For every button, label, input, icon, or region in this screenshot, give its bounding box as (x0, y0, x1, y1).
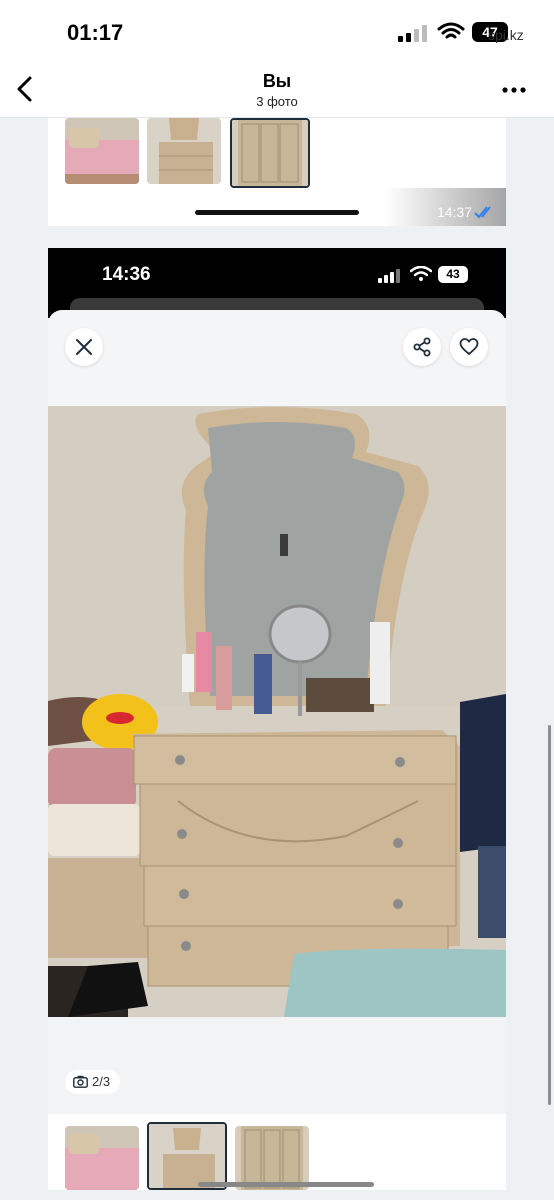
listing-photo[interactable] (48, 406, 506, 1017)
heart-icon (459, 338, 479, 355)
site-label: spi.kz (488, 27, 524, 43)
thumbnail-wardrobe[interactable] (230, 118, 310, 188)
thumbnail-dresser[interactable] (147, 1122, 227, 1190)
status-bar: 01:17 47 spi.kz (0, 0, 554, 62)
page-subtitle: 3 фото (256, 94, 298, 109)
battery-indicator: 43 (438, 266, 468, 283)
signal-icon (398, 24, 428, 42)
photo-message[interactable]: 14:37 (48, 118, 506, 226)
screenshot-time: 14:36 (102, 264, 151, 285)
camera-icon (73, 1075, 88, 1088)
thumbnail-strip (48, 1114, 506, 1190)
photo-counter-text: 2/3 (92, 1074, 111, 1089)
favorite-button[interactable] (450, 328, 488, 366)
thumbnail-dresser[interactable] (147, 118, 221, 184)
thumbnail-bed[interactable] (65, 118, 139, 184)
page-title: Вы (262, 71, 292, 91)
photo-counter-badge: 2/3 (65, 1070, 121, 1094)
more-dots-icon[interactable] (502, 86, 526, 94)
share-icon (413, 337, 431, 357)
message-time: 14:37 (436, 204, 472, 220)
scrollbar[interactable] (548, 725, 551, 1105)
thumbnail-bed[interactable] (65, 1126, 139, 1190)
screenshot-home-indicator (198, 1182, 374, 1187)
screenshot-message[interactable]: 14:36 43 2/3 (48, 248, 506, 1190)
read-ticks-icon (474, 206, 491, 219)
wifi-icon (410, 266, 432, 281)
close-button[interactable] (65, 328, 103, 366)
signal-icon (378, 269, 400, 283)
status-time: 01:17 (67, 20, 124, 45)
chat-header: Вы 3 фото (0, 62, 554, 118)
thumbnail-wardrobe[interactable] (235, 1126, 309, 1190)
screenshot-status-bar: 14:36 43 (48, 248, 506, 318)
wifi-icon (437, 22, 465, 39)
screenshot-home-indicator (195, 210, 359, 215)
photo-viewer-toolbar (48, 310, 506, 406)
share-button[interactable] (403, 328, 441, 366)
close-icon (76, 339, 92, 355)
